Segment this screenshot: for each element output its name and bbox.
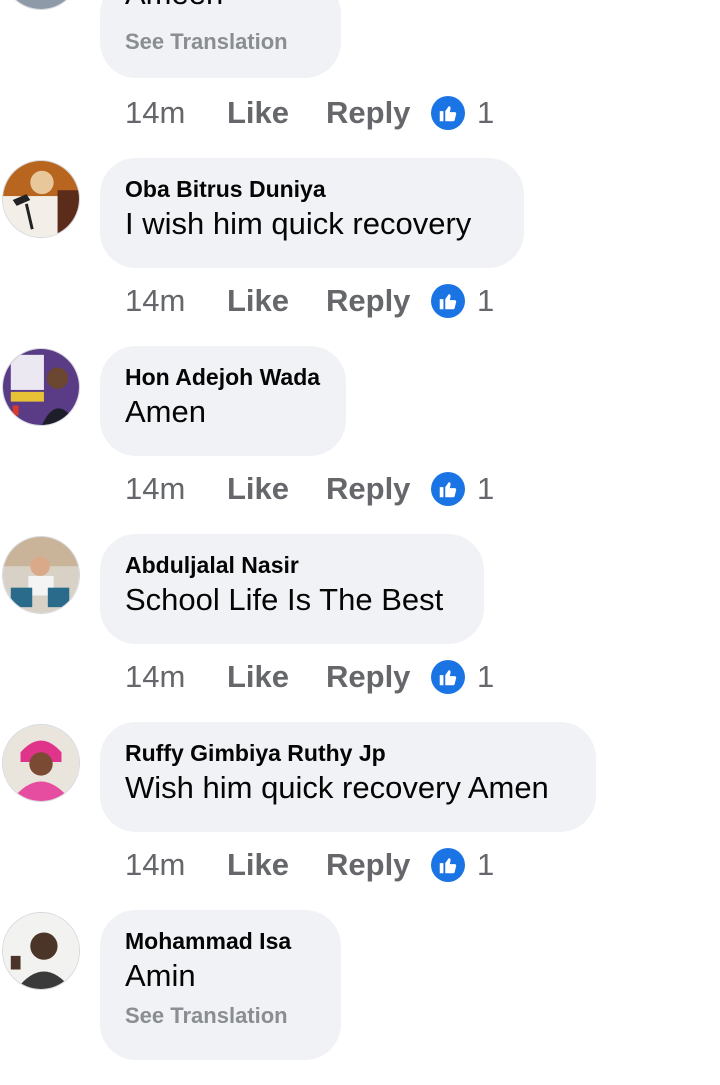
comment-actions: 14m Like Reply 1 (125, 469, 494, 509)
comment-bubble: Hon Adejoh Wada Amen (100, 346, 346, 456)
comment-timestamp: 14m (125, 283, 186, 318)
comment-bubble: Oba Bitrus Duniya I wish him quick recov… (100, 158, 524, 268)
avatar[interactable] (2, 912, 80, 990)
comment-actions: 14m Like Reply 1 (125, 657, 494, 697)
comment-bubble: Ameen See Translation (100, 0, 341, 78)
comment-timestamp: 14m (125, 471, 186, 506)
reply-button[interactable]: Reply (326, 659, 431, 695)
comment-text: Amen (125, 394, 206, 429)
like-button[interactable]: Like (227, 659, 326, 695)
avatar[interactable] (2, 0, 80, 10)
like-reaction-icon[interactable] (431, 848, 465, 882)
like-reaction-icon[interactable] (431, 284, 465, 318)
like-button[interactable]: Like (227, 95, 326, 131)
reply-button[interactable]: Reply (326, 95, 431, 131)
comment-author[interactable]: Abduljalal Nasir (125, 550, 458, 580)
reply-button[interactable]: Reply (326, 847, 431, 883)
avatar[interactable] (2, 348, 80, 426)
like-button[interactable]: Like (227, 283, 326, 319)
comment-author[interactable]: Mohammad Isa (125, 926, 315, 956)
comment-timestamp: 14m (125, 847, 186, 882)
comment-timestamp: 14m (125, 659, 186, 694)
like-reaction-icon[interactable] (431, 96, 465, 130)
reaction-count: 1 (477, 471, 495, 506)
comment-bubble: Ruffy Gimbiya Ruthy Jp Wish him quick re… (100, 722, 596, 832)
reaction-count: 1 (477, 659, 495, 694)
comment-text: Wish him quick recovery Amen (125, 770, 549, 805)
comment-author[interactable]: Ruffy Gimbiya Ruthy Jp (125, 738, 570, 768)
comment-text: I wish him quick recovery (125, 206, 472, 241)
like-button[interactable]: Like (227, 471, 326, 507)
comment-bubble: Mohammad Isa Amin See Translation (100, 910, 341, 1060)
comment-actions: 14m Like Reply 1 (125, 281, 494, 321)
comment-author[interactable]: Hon Adejoh Wada (125, 362, 320, 392)
like-reaction-icon[interactable] (431, 660, 465, 694)
comment-bubble: Abduljalal Nasir School Life Is The Best (100, 534, 484, 644)
like-reaction-icon[interactable] (431, 472, 465, 506)
reaction-count: 1 (477, 283, 495, 318)
comment-timestamp: 14m (125, 95, 186, 130)
see-translation-link[interactable]: See Translation (125, 1002, 315, 1030)
reaction-count: 1 (477, 95, 495, 130)
reaction-count: 1 (477, 847, 495, 882)
comment-text: School Life Is The Best (125, 582, 444, 617)
reply-button[interactable]: Reply (326, 471, 431, 507)
comment-actions: 14m Like Reply 1 (125, 845, 494, 885)
avatar[interactable] (2, 724, 80, 802)
see-translation-link[interactable]: See Translation (125, 28, 315, 56)
reply-button[interactable]: Reply (326, 283, 431, 319)
comment-text: Amin (125, 958, 196, 993)
comment-text: Ameen (125, 0, 315, 14)
avatar[interactable] (2, 160, 80, 238)
avatar[interactable] (2, 536, 80, 614)
comment-author[interactable]: Oba Bitrus Duniya (125, 174, 498, 204)
comment-actions: 14m Like Reply 1 (125, 93, 494, 133)
like-button[interactable]: Like (227, 847, 326, 883)
comments-feed: Ameen See Translation 14m Like Reply 1 O… (0, 0, 720, 1085)
